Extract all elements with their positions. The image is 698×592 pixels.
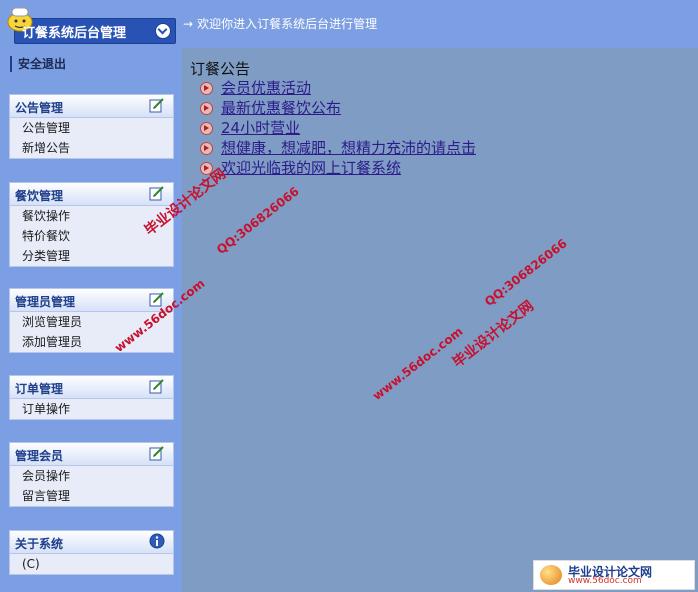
list-item: 24小时营业 (200, 118, 476, 138)
list-item: 最新优惠餐饮公布 (200, 98, 476, 118)
welcome-text: 欢迎你进入订餐系统后台进行管理 (197, 17, 378, 31)
panel-title: 订单管理 (15, 382, 64, 396)
panel-title: 管理会员 (15, 449, 64, 463)
notice-link[interactable]: 欢迎光临我的网上订餐系统 (221, 158, 401, 178)
welcome-message: → 欢迎你进入订餐系统后台进行管理 (183, 15, 377, 32)
panel-header: 管理会员 (10, 443, 173, 466)
panel-header: 订单管理 (10, 376, 173, 399)
list-item: 想健康，想减肥，想精力充沛的请点击 (200, 138, 476, 158)
edit-icon (149, 186, 164, 201)
notice-list: 会员优惠活动 最新优惠餐饮公布 24小时营业 想健康，想减肥，想精力充沛的请点击… (200, 78, 476, 178)
watermark-logo: 毕业设计论文网 www.56doc.com (533, 560, 695, 590)
panel-title: 管理员管理 (15, 295, 76, 309)
sidebar-item-message-manage[interactable]: 留言管理 (10, 486, 173, 506)
arrow-right-icon: → (183, 17, 194, 31)
notice-link[interactable]: 想健康，想减肥，想精力充沛的请点击 (221, 138, 476, 158)
edit-icon (149, 446, 164, 461)
bullet-arrow-icon (200, 101, 213, 115)
panel-header: 关于系统 (10, 531, 173, 554)
sidebar-item-order-ops[interactable]: 订单操作 (10, 399, 173, 419)
edit-icon (149, 379, 164, 394)
notice-section-title: 订餐公告 (190, 60, 251, 78)
app-title: 订餐系统后台管理 (22, 26, 127, 41)
list-item: 欢迎光临我的网上订餐系统 (200, 158, 476, 178)
notice-link[interactable]: 会员优惠活动 (221, 78, 311, 98)
app-logo: 订餐系统后台管理 (4, 4, 176, 44)
bullet-arrow-icon (200, 141, 213, 155)
panel-title: 餐饮管理 (15, 189, 64, 203)
notice-link[interactable]: 最新优惠餐饮公布 (221, 98, 341, 118)
sidebar-item-add-admin[interactable]: 添加管理员 (10, 332, 173, 352)
panel-members: 管理会员 会员操作 留言管理 (9, 442, 174, 507)
panel-announcements: 公告管理 公告管理 新增公告 (9, 94, 174, 159)
panel-about: 关于系统 (C) (9, 530, 174, 575)
sidebar-item-add-announcement[interactable]: 新增公告 (10, 138, 173, 158)
panel-header: 管理员管理 (10, 289, 173, 312)
bullet-arrow-icon (200, 121, 213, 135)
globe-icon (540, 565, 562, 585)
bullet-arrow-icon (200, 81, 213, 95)
notice-link[interactable]: 24小时营业 (221, 118, 300, 138)
list-item: 会员优惠活动 (200, 78, 476, 98)
copyright-text: (C) (22, 557, 40, 571)
main-content: 订餐公告 会员优惠活动 最新优惠餐饮公布 24小时营业 想健康，想减肥，想精力充… (182, 48, 698, 592)
sidebar-item-member-ops[interactable]: 会员操作 (10, 466, 173, 486)
sidebar-item-category-manage[interactable]: 分类管理 (10, 246, 173, 266)
chevron-down-icon[interactable] (155, 23, 171, 39)
top-bar: 订餐系统后台管理 → 欢迎你进入订餐系统后台进行管理 (0, 0, 698, 48)
edit-icon (149, 98, 164, 113)
panel-title: 关于系统 (15, 537, 64, 551)
info-icon (149, 533, 165, 549)
panel-title: 公告管理 (15, 101, 64, 115)
sidebar-item-announcement-manage[interactable]: 公告管理 (10, 118, 173, 138)
watermark-logo-web: www.56doc.com (568, 576, 642, 586)
panel-header: 公告管理 (10, 95, 173, 118)
panel-header: 餐饮管理 (10, 183, 173, 206)
logout-link[interactable]: 安全退出 (10, 56, 66, 72)
panel-orders: 订单管理 订单操作 (9, 375, 174, 420)
